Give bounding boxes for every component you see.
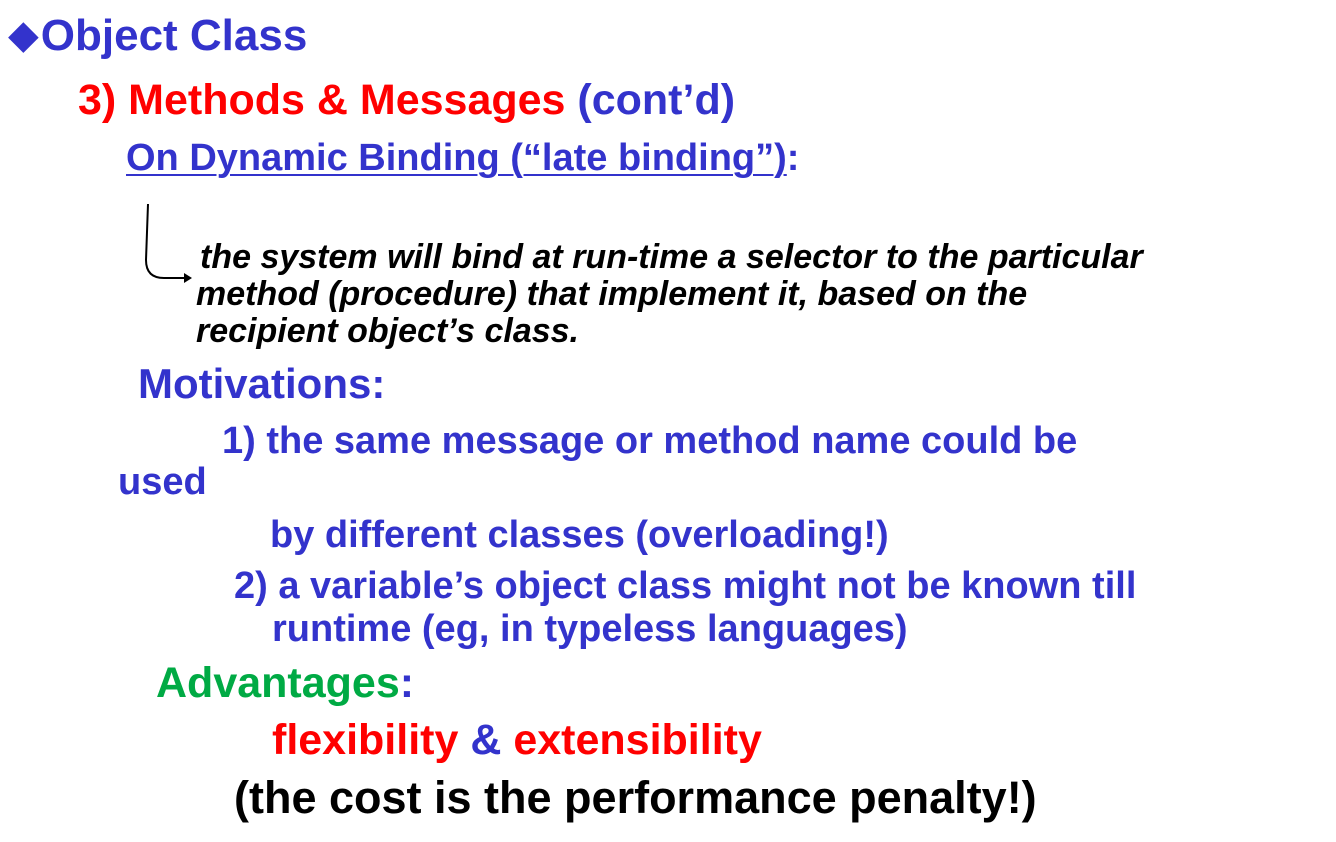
advantages-heading-text: Advantages xyxy=(156,659,400,707)
motivation-item-2-line-1: 2) a variable’s object class might not b… xyxy=(234,565,1137,607)
definition-line-1: the system will bind at run-time a selec… xyxy=(200,238,1143,276)
cost-note: (the cost is the performance penalty!) xyxy=(234,772,1037,823)
section-subheading-main: 3) Methods & Messages xyxy=(78,76,566,124)
definition-line-3: recipient object’s class. xyxy=(196,312,579,350)
binding-heading-colon: : xyxy=(786,137,800,179)
advantages-heading: Advantages: xyxy=(156,662,414,705)
motivation-item-2-line-2: runtime (eg, in typeless languages) xyxy=(272,608,908,650)
diamond-bullet-icon: ◆ xyxy=(8,13,39,57)
section-subheading: 3) Methods & Messages (cont’d) xyxy=(78,79,735,122)
slide-title: ◆Object Class xyxy=(8,14,307,58)
advantage-ampersand: & xyxy=(458,716,514,764)
curved-arrow-icon xyxy=(144,203,192,283)
binding-heading: On Dynamic Binding (“late binding”): xyxy=(126,139,799,177)
binding-heading-text: On Dynamic Binding (“late binding”) xyxy=(126,137,787,179)
motivation-item-1-line-3: by different classes (overloading!) xyxy=(270,514,889,556)
advantages-list: flexibility & extensibility xyxy=(272,719,762,762)
advantage-extensibility: extensibility xyxy=(513,716,762,764)
slide-title-text: Object Class xyxy=(40,11,308,60)
motivation-item-1-line-2: used xyxy=(118,461,207,503)
advantage-flexibility: flexibility xyxy=(272,716,459,764)
advantages-heading-colon: : xyxy=(399,659,415,707)
definition-line-2: method (procedure) that implement it, ba… xyxy=(196,275,1028,313)
motivations-heading: Motivations: xyxy=(138,360,386,407)
section-subheading-suffix: (cont’d) xyxy=(565,76,736,124)
motivation-item-1-line-1: 1) the same message or method name could… xyxy=(222,420,1078,462)
